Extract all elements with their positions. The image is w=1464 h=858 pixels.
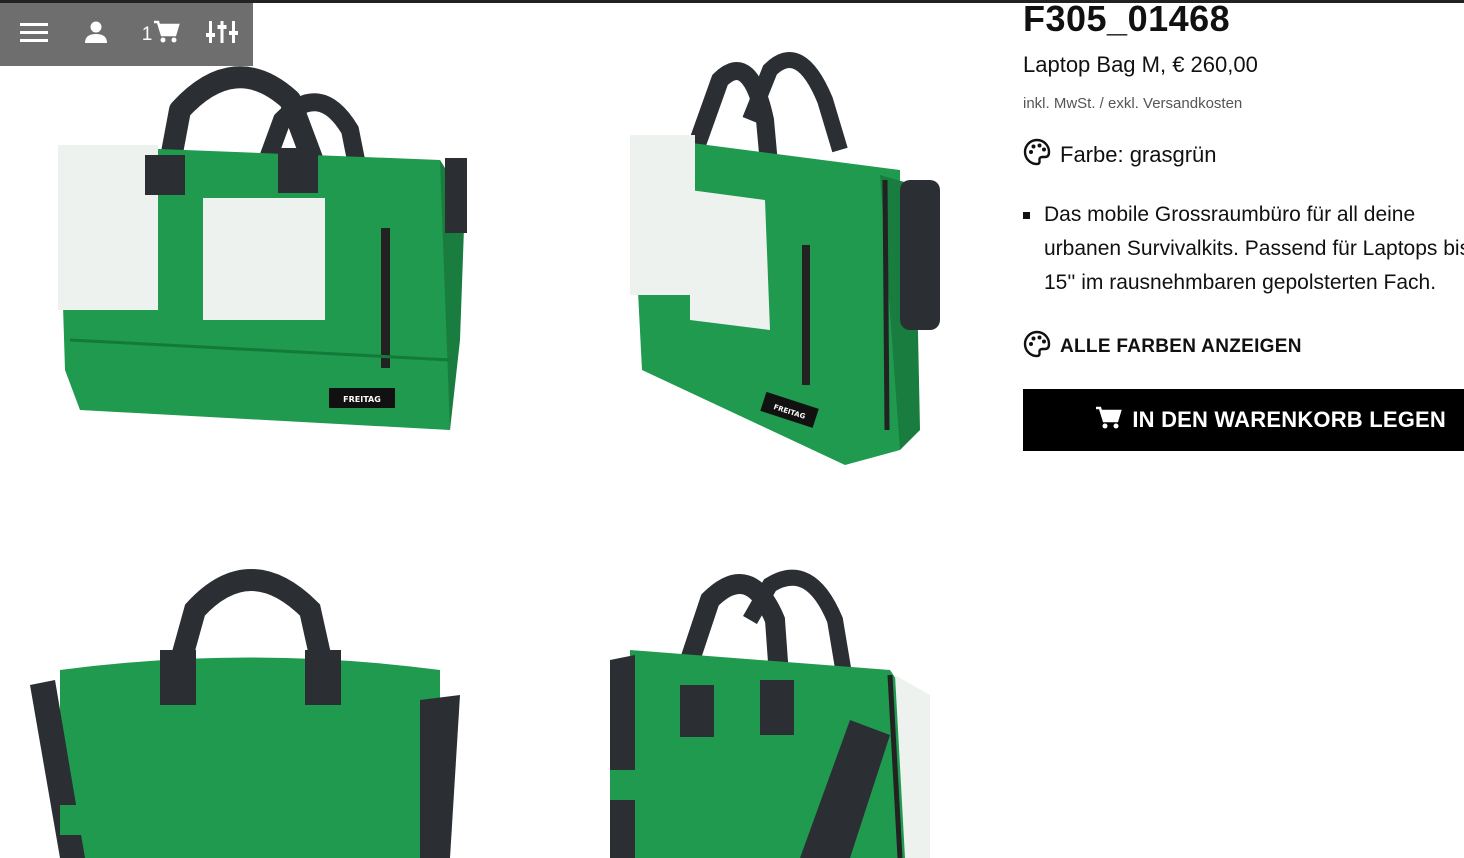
bullet-point: [1023, 212, 1030, 219]
cart-icon: [1096, 406, 1123, 435]
palette-icon: [1023, 138, 1051, 171]
show-all-colors-label: ALLE FARBEN ANZEIGEN: [1060, 335, 1302, 357]
description-text: Das mobile Grossraumbüro für all deine u…: [1044, 203, 1464, 294]
bag-front-view-image[interactable]: FREITAG: [20, 40, 490, 470]
add-to-cart-label: IN DEN WARENKORB LEGEN: [1132, 407, 1446, 432]
svg-text:FREITAG: FREITAG: [343, 395, 381, 404]
product-title: F305_01468: [1023, 0, 1231, 39]
tax-shipping-note: inkl. MwSt. / exkl. Versandkosten: [1023, 95, 1243, 112]
color-label: Farbe: grasgrün: [1060, 141, 1217, 167]
show-all-colors-link[interactable]: ALLE FARBEN ANZEIGEN: [1023, 330, 1302, 363]
cart-icon: [154, 20, 181, 49]
bag-back-side-view-image[interactable]: [590, 560, 970, 858]
palette-icon: [1023, 330, 1051, 363]
cart-button[interactable]: 1: [136, 3, 186, 66]
filter-button[interactable]: [200, 3, 244, 66]
filter-sliders-icon: [206, 19, 238, 50]
floating-toolbar: 1: [0, 3, 253, 66]
menu-button[interactable]: [14, 3, 54, 66]
product-description: Das mobile Grossraumbüro für all deine u…: [1023, 198, 1464, 300]
bag-back-view-image[interactable]: [20, 560, 490, 858]
product-subtitle-price: Laptop Bag M, € 260,00: [1023, 52, 1258, 77]
user-icon: [85, 21, 107, 48]
color-info: Farbe: grasgrün: [1023, 138, 1217, 171]
hamburger-menu-icon: [20, 21, 48, 48]
add-to-cart-button[interactable]: IN DEN WARENKORB LEGEN: [1023, 389, 1464, 451]
account-button[interactable]: [76, 3, 116, 66]
product-page: FREITAG FREITAG 1 F305_01468 Laptop Bag …: [0, 0, 1464, 858]
bag-side-view-image[interactable]: FREITAG: [600, 40, 980, 480]
product-detail-panel: F305_01468 Laptop Bag M, € 260,00 inkl. …: [1023, 0, 1464, 858]
cart-count: 1: [141, 23, 153, 45]
